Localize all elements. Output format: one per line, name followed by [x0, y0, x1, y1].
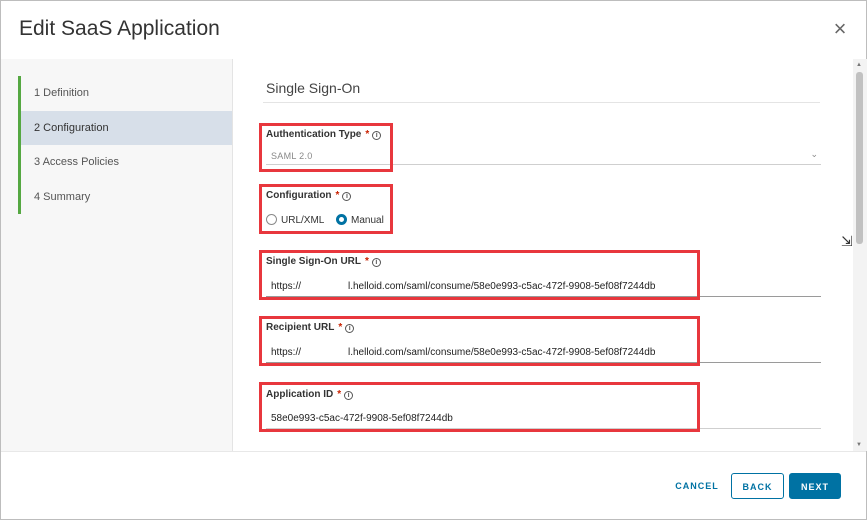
recipient-url-input[interactable]: https:// l.helloid.com/saml/consume/58e0… — [266, 345, 821, 363]
content-scrollbar[interactable]: ▲ ▼ — [853, 59, 867, 451]
radio-url-xml-dot[interactable] — [266, 214, 277, 225]
next-button[interactable]: NEXT — [789, 473, 841, 499]
dialog: Edit SaaS Application × 1 Definition 2 C… — [0, 0, 867, 520]
step-summary[interactable]: 4 Summary — [21, 180, 232, 215]
wizard-steps-sidebar: 1 Definition 2 Configuration 3 Access Po… — [1, 59, 233, 451]
info-icon[interactable]: i — [372, 131, 382, 140]
section-divider — [263, 102, 820, 103]
steps-list: 1 Definition 2 Configuration 3 Access Po… — [18, 76, 232, 214]
dialog-header: Edit SaaS Application × — [1, 1, 866, 59]
info-icon[interactable]: i — [342, 192, 352, 201]
application-id-input[interactable]: 58e0e993-c5ac-472f-9908-5ef08f7244db — [266, 411, 821, 429]
auth-type-select[interactable]: SAML 2.0 ⌄ — [266, 147, 821, 165]
required-marker: * — [365, 129, 370, 140]
sso-url-prefix: https:// — [271, 281, 302, 292]
dialog-footer: CANCEL BACK NEXT — [1, 451, 866, 519]
section-title: Single Sign-On — [266, 80, 361, 96]
application-id-label: Application ID * i — [266, 389, 354, 400]
scroll-up-icon[interactable]: ▲ — [856, 62, 862, 68]
back-button[interactable]: BACK — [731, 473, 784, 499]
close-icon[interactable]: × — [828, 17, 852, 41]
application-id-label-text: Application ID — [266, 389, 334, 400]
chevron-down-icon: ⌄ — [810, 149, 818, 159]
required-marker: * — [338, 322, 343, 333]
radio-url-xml[interactable]: URL/XML — [266, 214, 324, 226]
recipient-url-suffix: l.helloid.com/saml/consume/58e0e993-c5ac… — [348, 347, 656, 358]
info-icon[interactable]: i — [345, 324, 355, 333]
recipient-url-label: Recipient URL * i — [266, 322, 355, 333]
auth-type-label-text: Authentication Type — [266, 129, 362, 140]
required-marker: * — [337, 389, 342, 400]
scroll-down-icon[interactable]: ▼ — [856, 442, 862, 448]
configuration-label-text: Configuration — [266, 190, 332, 201]
mouse-cursor-icon: ⇲ — [841, 233, 853, 249]
configuration-label: Configuration * i — [266, 190, 352, 201]
form-content: Single Sign-On Authentication Type * i SAM… — [233, 59, 853, 451]
radio-url-xml-label: URL/XML — [281, 215, 325, 226]
sso-url-input[interactable]: https:// l.helloid.com/saml/consume/58e0… — [266, 279, 821, 297]
required-marker: * — [365, 256, 369, 267]
sso-url-label-text: Single Sign-On URL — [266, 256, 361, 267]
sso-url-label: Single Sign-On URL * i — [266, 256, 381, 267]
recipient-url-prefix: https:// — [271, 347, 302, 358]
radio-manual-dot[interactable] — [336, 214, 347, 225]
radio-manual[interactable]: Manual — [336, 214, 384, 226]
sso-url-suffix: l.helloid.com/saml/consume/58e0e993-c5ac… — [348, 281, 656, 292]
step-access-policies[interactable]: 3 Access Policies — [21, 145, 232, 180]
info-icon[interactable]: i — [371, 258, 381, 267]
required-marker: * — [335, 190, 340, 201]
radio-manual-label: Manual — [351, 215, 384, 226]
auth-type-value: SAML 2.0 — [271, 151, 313, 161]
step-configuration[interactable]: 2 Configuration — [21, 110, 232, 145]
scroll-thumb[interactable] — [856, 72, 863, 244]
recipient-url-label-text: Recipient URL — [266, 322, 335, 333]
auth-type-label: Authentication Type * i — [266, 129, 382, 140]
info-icon[interactable]: i — [344, 391, 354, 400]
step-definition[interactable]: 1 Definition — [21, 76, 232, 111]
dialog-title: Edit SaaS Application — [19, 17, 220, 40]
application-id-value: 58e0e993-c5ac-472f-9908-5ef08f7244db — [271, 413, 453, 424]
cancel-button[interactable]: CANCEL — [667, 473, 727, 499]
